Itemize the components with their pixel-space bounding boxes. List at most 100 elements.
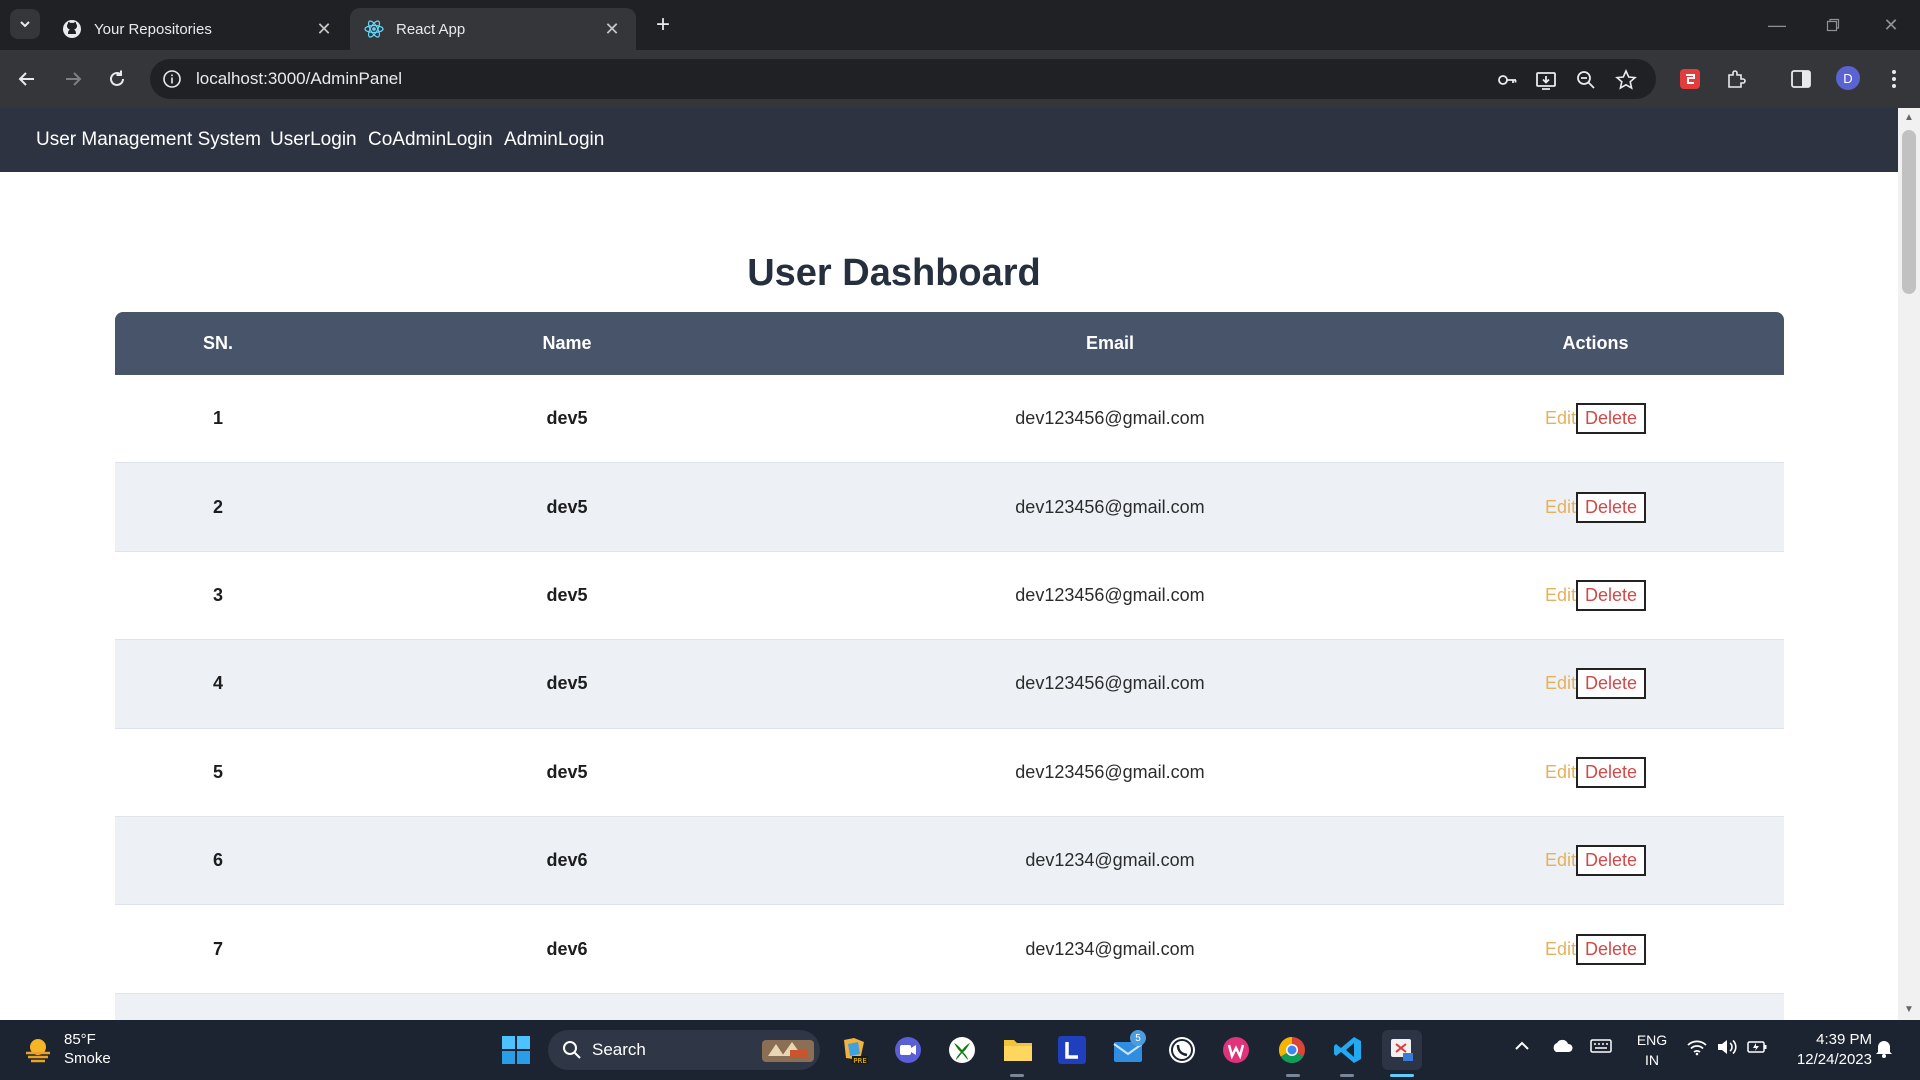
keyboard-icon[interactable] (1590, 1038, 1612, 1058)
chevron-down-icon (20, 21, 30, 28)
tab-react-app[interactable]: React App ✕ (350, 8, 636, 50)
reload-icon[interactable] (102, 64, 132, 94)
volume-icon[interactable] (1716, 1038, 1738, 1060)
zoom-icon[interactable] (1575, 69, 1597, 91)
edit-button[interactable]: Edit (1545, 408, 1576, 429)
clock-time: 4:39 PM (1816, 1031, 1872, 1048)
xbox-icon[interactable] (942, 1030, 982, 1070)
cell-actions: Edit Delete (1407, 668, 1784, 700)
vscode-icon[interactable] (1328, 1030, 1368, 1070)
taskbar-search[interactable]: Search (548, 1030, 820, 1070)
delete-button[interactable]: Delete (1576, 491, 1647, 523)
cell-name: dev5 (546, 496, 588, 517)
scrollbar-thumb[interactable] (1902, 130, 1916, 294)
cell-name: dev6 (546, 850, 588, 871)
cell-sn: 2 (212, 496, 223, 517)
tab-label: Your Repositories (94, 20, 212, 38)
address-bar[interactable]: localhost:3000/AdminPanel (150, 59, 1656, 99)
cell-name: dev5 (546, 408, 588, 429)
battery-icon[interactable] (1746, 1038, 1768, 1060)
cell-email: dev123456@gmail.com (1015, 584, 1205, 605)
edit-button[interactable]: Edit (1545, 850, 1576, 871)
weather-widget[interactable]: 85°F Smoke (22, 1030, 111, 1068)
scroll-down-arrow-icon[interactable]: ▼ (1903, 1004, 1915, 1016)
table-row: 5 dev5 dev123456@gmail.com Edit Delete (115, 728, 1784, 817)
nav-link-adminlogin[interactable]: AdminLogin (504, 129, 604, 151)
language-code: ENG (1636, 1032, 1668, 1048)
extensions-puzzle-icon[interactable] (1722, 65, 1750, 93)
close-icon[interactable]: ✕ (602, 19, 622, 39)
cell-name: dev5 (546, 761, 588, 782)
url-text: localhost:3000/AdminPanel (196, 69, 403, 88)
react-icon (364, 19, 384, 39)
cell-sn: 5 (212, 761, 223, 782)
delete-button[interactable]: Delete (1576, 668, 1647, 700)
restore-icon[interactable] (1820, 12, 1846, 38)
delete-button[interactable]: Delete (1576, 403, 1647, 435)
cell-email: dev1234@gmail.com (1025, 938, 1195, 959)
app-brand[interactable]: User Management System (36, 129, 261, 151)
install-app-icon[interactable] (1535, 69, 1557, 91)
chrome-icon[interactable] (1272, 1030, 1312, 1070)
wps-office-icon[interactable] (1216, 1030, 1256, 1070)
language-indicator[interactable]: ENG IN (1632, 1030, 1672, 1070)
extension-red-icon[interactable] (1676, 65, 1704, 93)
show-hidden-icons-chevron-icon[interactable] (1512, 1036, 1532, 1060)
mail-badge: 5 (1130, 1030, 1146, 1046)
whatsapp-icon[interactable] (1162, 1030, 1202, 1070)
delete-button[interactable]: Delete (1576, 756, 1647, 788)
edit-button[interactable]: Edit (1545, 497, 1576, 518)
edit-button[interactable]: Edit (1545, 673, 1576, 694)
key-icon[interactable] (1496, 69, 1518, 91)
side-panel-icon[interactable] (1787, 65, 1815, 93)
kebab-menu-icon[interactable] (1880, 65, 1908, 93)
windows-start-icon[interactable] (496, 1030, 536, 1070)
active-indicator (1390, 1074, 1414, 1077)
close-icon[interactable]: ✕ (314, 19, 334, 39)
windows-taskbar: 85°F Smoke Search PRE 5 ENG IN 4:39 PM 1… (0, 1020, 1920, 1080)
cell-actions: Edit Delete (1407, 579, 1784, 611)
cell-name: dev5 (546, 673, 588, 694)
snipping-tool-icon[interactable] (1382, 1030, 1422, 1070)
l-app-icon[interactable] (1052, 1030, 1092, 1070)
page-scrollbar[interactable]: ▲ ▼ (1898, 108, 1920, 1020)
cell-email: dev123456@gmail.com (1015, 673, 1205, 694)
tab-search-button[interactable] (10, 9, 40, 39)
running-indicator (1010, 1074, 1024, 1077)
copilot-pre-icon[interactable]: PRE (834, 1030, 874, 1070)
onedrive-cloud-icon[interactable] (1550, 1038, 1574, 1058)
file-explorer-icon[interactable] (998, 1030, 1038, 1070)
scroll-up-arrow-icon[interactable]: ▲ (1903, 112, 1915, 124)
edit-button[interactable]: Edit (1545, 939, 1576, 960)
nav-link-userlogin[interactable]: UserLogin (270, 129, 357, 151)
tab-your-repositories[interactable]: Your Repositories ✕ (48, 8, 348, 50)
bookmark-star-icon[interactable] (1615, 69, 1637, 91)
clock-date: 12/24/2023 (1796, 1051, 1872, 1068)
running-indicator (1286, 1074, 1300, 1077)
cell-actions: Edit Delete (1407, 491, 1784, 523)
table-row-partial (115, 993, 1784, 1020)
site-info-icon[interactable] (162, 69, 182, 89)
delete-button[interactable]: Delete (1576, 933, 1647, 965)
wifi-icon[interactable] (1686, 1038, 1708, 1060)
edit-button[interactable]: Edit (1545, 585, 1576, 606)
back-arrow-icon[interactable] (12, 64, 42, 94)
cell-actions: Edit Delete (1407, 403, 1784, 435)
notification-bell-icon[interactable] (1874, 1038, 1894, 1062)
delete-button[interactable]: Delete (1576, 579, 1647, 611)
cell-sn: 6 (212, 850, 223, 871)
browser-toolbar: localhost:3000/AdminPanel D (0, 50, 1920, 108)
minimize-icon[interactable]: — (1764, 12, 1790, 38)
forward-arrow-icon[interactable] (58, 64, 88, 94)
meet-video-icon[interactable] (888, 1030, 928, 1070)
edit-button[interactable]: Edit (1545, 762, 1576, 783)
table-row: 4 dev5 dev123456@gmail.com Edit Delete (115, 640, 1784, 729)
close-window-icon[interactable]: ✕ (1878, 12, 1904, 38)
profile-avatar[interactable]: D (1836, 66, 1860, 90)
system-clock[interactable]: 4:39 PM 12/24/2023 (1786, 1030, 1872, 1070)
new-tab-plus-icon[interactable]: + (650, 11, 676, 38)
nav-link-coadminlogin[interactable]: CoAdminLogin (368, 129, 493, 151)
delete-button[interactable]: Delete (1576, 845, 1647, 877)
weather-desc: Smoke (64, 1050, 111, 1067)
cell-sn: 4 (212, 673, 223, 694)
